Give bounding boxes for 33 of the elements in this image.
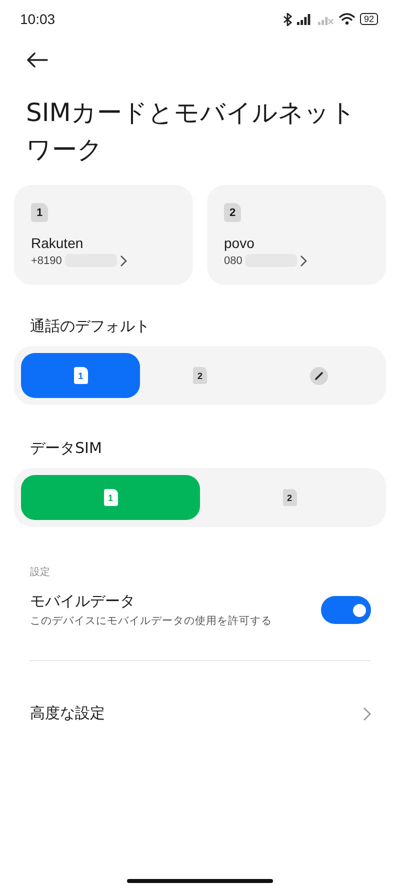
sim-option[interactable]: 2 xyxy=(200,475,379,520)
pencil-icon xyxy=(310,366,328,384)
sim-chip: 2 xyxy=(282,489,296,506)
sim-slot-badge: 2 xyxy=(224,203,241,222)
clock-time: 10:03 xyxy=(20,11,56,27)
sim-slot-badge: 1 xyxy=(31,203,48,222)
sim-chip: 1 xyxy=(74,367,88,384)
section-header: 設定 xyxy=(30,566,51,579)
wifi-icon xyxy=(338,13,355,25)
section-label: 通話のデフォルト xyxy=(30,317,151,336)
phone-number: +8190 xyxy=(31,254,62,266)
sim-card[interactable]: 1 Rakuten +8190 xyxy=(14,185,193,285)
bluetooth-icon xyxy=(282,12,292,26)
back-arrow-icon xyxy=(26,52,48,68)
sim-chip: 2 xyxy=(192,367,207,384)
chevron-icon xyxy=(363,706,371,720)
sim-chip: 1 xyxy=(104,489,118,506)
sim-option[interactable]: 2 xyxy=(140,353,260,398)
battery-indicator: 92 xyxy=(360,13,378,25)
chevron-icon xyxy=(120,254,127,266)
carrier-name: povo xyxy=(224,235,256,251)
toggle-switch[interactable] xyxy=(321,596,371,624)
signal-icon xyxy=(296,14,313,24)
phone-number: 080 xyxy=(224,254,242,266)
page-title: SIMカードとモバイルネットワーク xyxy=(26,97,357,166)
sim-card[interactable]: 2 povo 080 xyxy=(207,185,386,285)
setting-title: モバイルデータ xyxy=(30,592,136,611)
carrier-name: Rakuten xyxy=(31,235,84,251)
section-label: データSIM xyxy=(30,439,103,458)
sim-option[interactable]: 1 xyxy=(21,353,140,398)
menu-item[interactable]: 高度な設定 xyxy=(30,704,105,723)
setting-description: このデバイスにモバイルデータの使用を許可する xyxy=(30,614,272,628)
chevron-icon xyxy=(300,254,308,266)
